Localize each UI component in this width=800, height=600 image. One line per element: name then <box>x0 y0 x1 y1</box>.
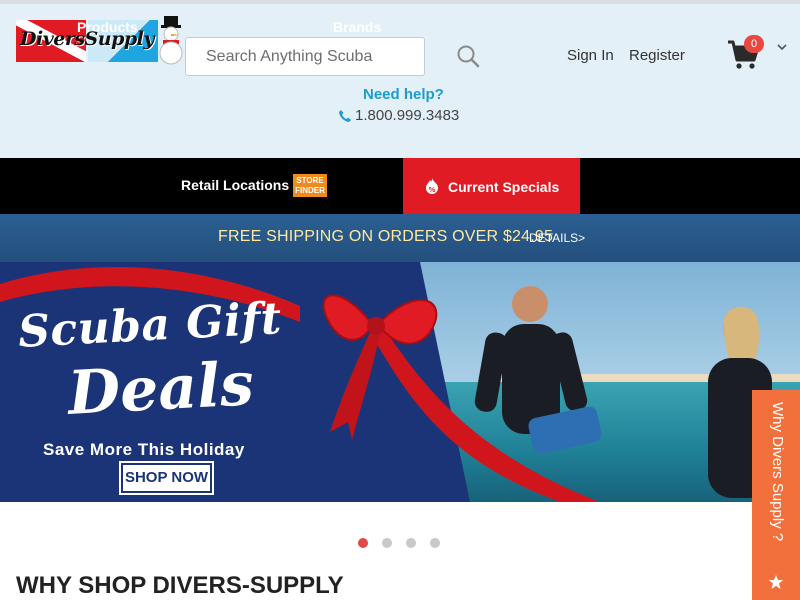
nav-current-specials[interactable]: % Current Specials <box>403 158 580 214</box>
phone-icon <box>339 110 351 122</box>
register-link[interactable]: Register <box>629 47 685 64</box>
why-divers-supply-label: Why Divers Supply ? <box>769 402 786 542</box>
phone-link[interactable]: 1.800.999.3483 <box>338 107 478 125</box>
search-input[interactable]: Search Anything Scuba <box>185 37 425 76</box>
free-shipping-text: FREE SHIPPING ON ORDERS OVER $24.95 <box>218 228 554 245</box>
carousel-dot[interactable] <box>406 538 416 548</box>
hero-title-line2: Deals <box>66 349 256 429</box>
hero-subtitle: Save More This Holiday <box>43 440 245 459</box>
nav-brands[interactable]: Brands <box>333 19 381 35</box>
carousel-dots <box>358 538 448 548</box>
svg-text:%: % <box>428 186 435 194</box>
free-shipping-banner[interactable]: FREE SHIPPING ON ORDERS OVER $24.95 DETA… <box>0 214 800 262</box>
hero-carousel-slide[interactable]: Scuba Gift Deals Save More This Holiday … <box>0 262 800 502</box>
shop-now-button[interactable]: SHOP NOW <box>119 461 214 495</box>
nav-retail-locations[interactable]: Retail Locations <box>181 177 289 193</box>
need-help-label: Need help? <box>363 86 444 103</box>
flame-percent-icon: % <box>426 178 438 194</box>
chevron-down-icon[interactable] <box>776 42 788 52</box>
carousel-dot[interactable] <box>358 538 368 548</box>
carousel-dot[interactable] <box>382 538 392 548</box>
star-icon <box>769 575 783 589</box>
search-icon[interactable] <box>455 43 481 69</box>
snowman-icon <box>159 16 183 65</box>
why-shop-heading: WHY SHOP DIVERS-SUPPLY <box>16 572 344 599</box>
cart-count-badge: 0 <box>744 35 764 53</box>
store-finder-badge[interactable]: STORE FINDER <box>293 174 327 197</box>
logo-text: DiversSupply <box>20 28 154 50</box>
phone-number: 1.800.999.3483 <box>355 107 460 124</box>
main-nav <box>0 158 800 214</box>
sign-in-link[interactable]: Sign In <box>567 47 614 64</box>
shipping-details-link[interactable]: DETAILS> <box>529 231 585 245</box>
carousel-dot[interactable] <box>430 538 440 548</box>
why-divers-supply-tab[interactable]: Why Divers Supply ? <box>752 390 800 600</box>
current-specials-label: Current Specials <box>448 179 560 195</box>
